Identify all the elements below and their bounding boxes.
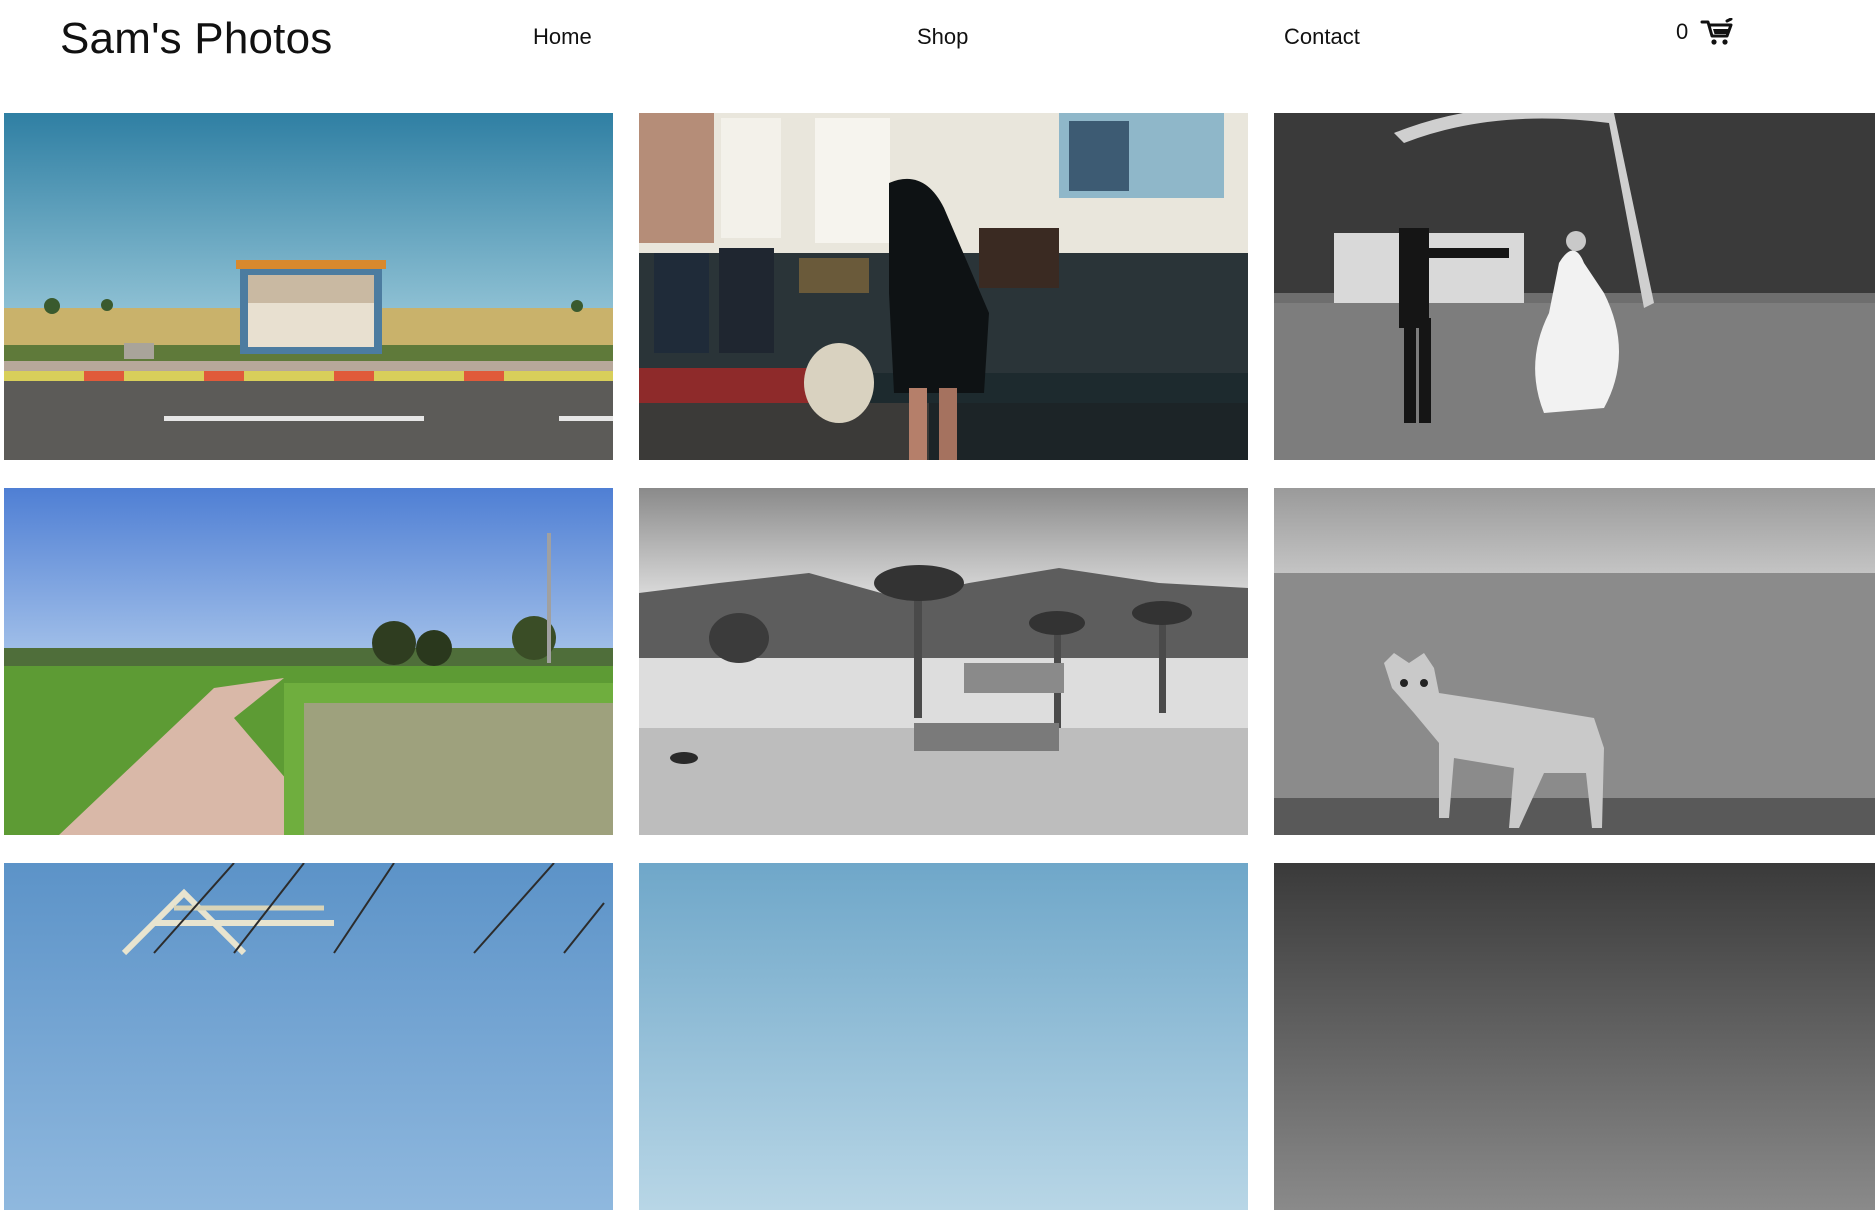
site-logo[interactable]: Sam's Photos: [60, 14, 332, 64]
photo-wedding-dance[interactable]: [1274, 113, 1875, 460]
site-header: Sam's Photos Home Shop Contact 0: [0, 0, 1875, 113]
photo-blue-sky[interactable]: [639, 863, 1248, 1210]
nav-shop[interactable]: Shop: [917, 24, 968, 50]
photo-power-lines[interactable]: [4, 863, 613, 1210]
photo-desert-palms[interactable]: [639, 488, 1248, 835]
photo-dark-gradient[interactable]: [1274, 863, 1875, 1210]
photo-concert-room[interactable]: [639, 113, 1248, 460]
nav-contact[interactable]: Contact: [1284, 24, 1360, 50]
cart-count: 0: [1676, 19, 1689, 44]
nav-home[interactable]: Home: [533, 24, 592, 50]
photo-country-path[interactable]: [4, 488, 613, 835]
cart-button[interactable]: 0: [1676, 18, 1734, 46]
photo-wet-dog[interactable]: [1274, 488, 1875, 835]
cart-icon[interactable]: [1700, 18, 1734, 46]
photo-bus-stop[interactable]: [4, 113, 613, 460]
